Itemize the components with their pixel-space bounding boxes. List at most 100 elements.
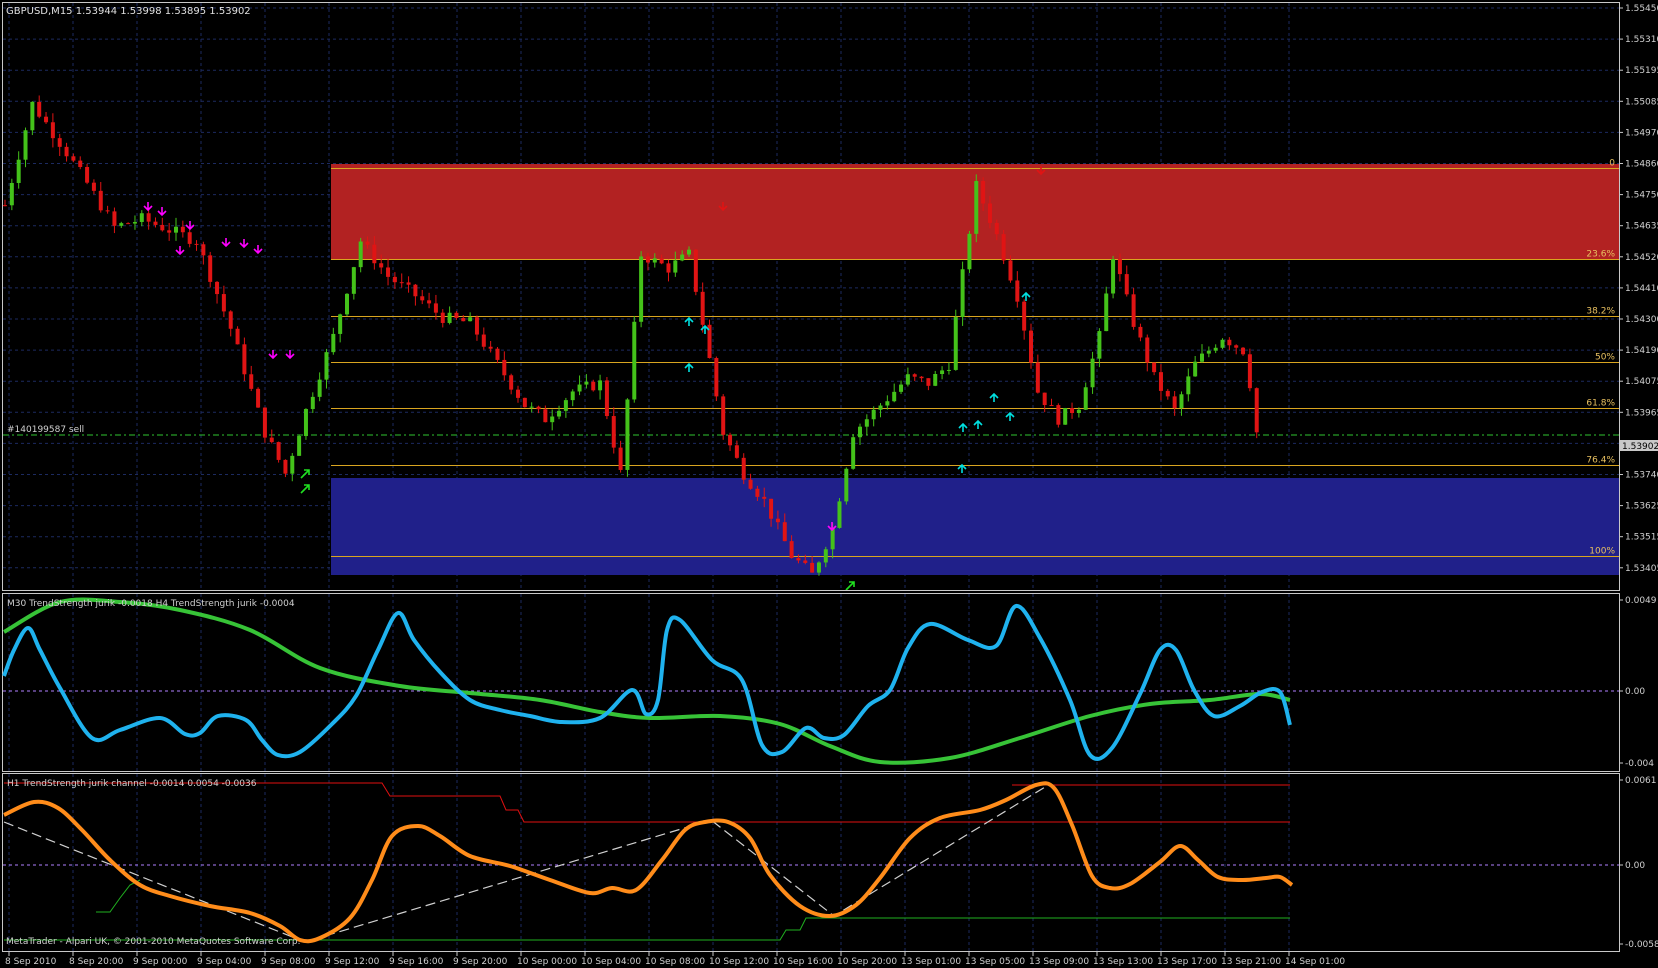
green-signal-arrow xyxy=(300,484,310,494)
candle-body xyxy=(946,369,951,371)
candle-body xyxy=(297,436,302,456)
support-zone xyxy=(331,478,1619,575)
candle-body xyxy=(529,406,534,408)
indicator1-frame xyxy=(2,593,1620,772)
candle-body xyxy=(1015,280,1020,302)
candle-body xyxy=(365,241,370,245)
candle-body xyxy=(290,455,295,474)
candle-body xyxy=(905,374,910,385)
candle-body xyxy=(1063,408,1068,425)
candle-body xyxy=(1213,347,1218,351)
candle-body xyxy=(338,314,343,334)
candle-body xyxy=(1152,362,1157,373)
candle-body xyxy=(420,296,425,301)
trading-chart[interactable]: 0 23.6% 38.2% 50% 61.8% 76.4% 100% #140199587 … xyxy=(0,0,1658,968)
price-tick-label: 1.55195 xyxy=(1625,66,1658,76)
candle-body xyxy=(1001,234,1006,261)
price-tick-label: 1.54520 xyxy=(1625,253,1658,263)
candle-body xyxy=(406,282,411,285)
candle-body xyxy=(57,138,62,147)
time-tick-label: 10 Sep 00:00 xyxy=(517,957,577,967)
candle-body xyxy=(858,426,862,438)
buy-signal-arrow xyxy=(684,362,694,372)
candle-body xyxy=(816,562,821,573)
candle-body xyxy=(693,249,698,292)
sell-signal-arrow xyxy=(253,245,263,255)
price-tick-label: 1.55310 xyxy=(1625,35,1658,45)
candle-body xyxy=(994,222,999,235)
candle-body xyxy=(1117,259,1122,275)
candle-body xyxy=(673,260,678,273)
candle-body xyxy=(160,224,165,231)
candle-body xyxy=(1220,339,1225,348)
candle-body xyxy=(85,167,90,183)
candle-body xyxy=(488,346,493,349)
price-tick-label: 1.55085 xyxy=(1625,97,1658,107)
trendstrength-h1-channel-panel[interactable]: H1 TrendStrength jurik channel -0.0014 0… xyxy=(3,776,1658,950)
candle-body xyxy=(1022,301,1027,331)
candle-body xyxy=(652,258,657,263)
candle-body xyxy=(30,101,35,131)
candle-body xyxy=(987,203,992,223)
candle-body xyxy=(153,221,158,225)
candle-body xyxy=(256,388,261,408)
price-tick-label: 1.54970 xyxy=(1625,128,1658,138)
candle-body xyxy=(823,549,828,563)
candle-body xyxy=(447,312,452,323)
price-axis[interactable]: 1.55450 1.55310 1.55195 1.55085 1.54970 1.548… xyxy=(1619,4,1658,574)
candle-body xyxy=(598,380,603,391)
candle-body xyxy=(775,518,780,523)
candle-body xyxy=(331,333,336,353)
price-panel[interactable]: 0 23.6% 38.2% 50% 61.8% 76.4% 100% #140199587 … xyxy=(3,6,1620,591)
time-tick-label: 9 Sep 16:00 xyxy=(389,957,444,967)
candle-body xyxy=(180,226,185,233)
green-signal-arrow xyxy=(845,581,855,591)
candle-body xyxy=(741,457,746,480)
fib-level-label: 0 xyxy=(1609,159,1615,169)
m30-trendstrength-line xyxy=(2,604,1292,761)
candle-body xyxy=(1042,392,1047,406)
candle-body xyxy=(174,226,178,233)
trendstrength-m30-panel[interactable]: M30 TrendStrength jurik -0.0018 H4 Trend… xyxy=(2,596,1657,769)
candle-body xyxy=(645,256,650,263)
candle-body xyxy=(755,488,760,497)
time-axis[interactable]: 8 Sep 2010 8 Sep 20:00 9 Sep 00:00 9 Sep 04… xyxy=(5,952,1345,967)
candle-body xyxy=(358,241,363,268)
candle-body xyxy=(221,294,226,312)
candle-body xyxy=(495,348,500,360)
time-tick-label: 13 Sep 05:00 xyxy=(965,957,1025,967)
candle-body xyxy=(919,376,924,379)
buy-signal-arrow xyxy=(958,422,968,432)
candle-body xyxy=(16,159,21,183)
candle-body xyxy=(427,300,432,304)
candle-body xyxy=(632,321,637,400)
candle-body xyxy=(892,391,897,402)
price-tick-label: 1.54075 xyxy=(1625,377,1658,387)
candle-body xyxy=(132,221,137,224)
panel2-tick-label: 0.00 xyxy=(1625,861,1645,871)
chart-grid xyxy=(3,3,1619,951)
candle-body xyxy=(1227,339,1232,346)
candle-body xyxy=(550,416,555,423)
candle-body xyxy=(262,407,267,438)
sell-signal-arrow xyxy=(185,221,195,231)
candle-body xyxy=(1090,358,1095,388)
buy-signal-arrow xyxy=(973,419,983,429)
candle-body xyxy=(413,284,418,297)
candle-body xyxy=(1097,331,1102,359)
time-tick-label: 8 Sep 20:00 xyxy=(69,957,124,967)
panel1-tick-label: -0.004 xyxy=(1625,759,1654,769)
candle-body xyxy=(830,527,835,550)
candle-body xyxy=(721,396,726,435)
panel1-tick-label: 0.00 xyxy=(1625,687,1645,697)
candle-body xyxy=(1049,405,1054,407)
candle-body xyxy=(714,358,719,397)
candle-body xyxy=(926,378,931,386)
candle-body xyxy=(317,379,322,397)
sell-signal-arrow xyxy=(157,207,167,217)
time-tick-label: 9 Sep 12:00 xyxy=(325,957,380,967)
sell-signal-arrow xyxy=(268,350,278,360)
candle-body xyxy=(871,409,876,420)
price-tick-label: 1.53405 xyxy=(1625,564,1658,574)
candle-body xyxy=(37,101,42,117)
